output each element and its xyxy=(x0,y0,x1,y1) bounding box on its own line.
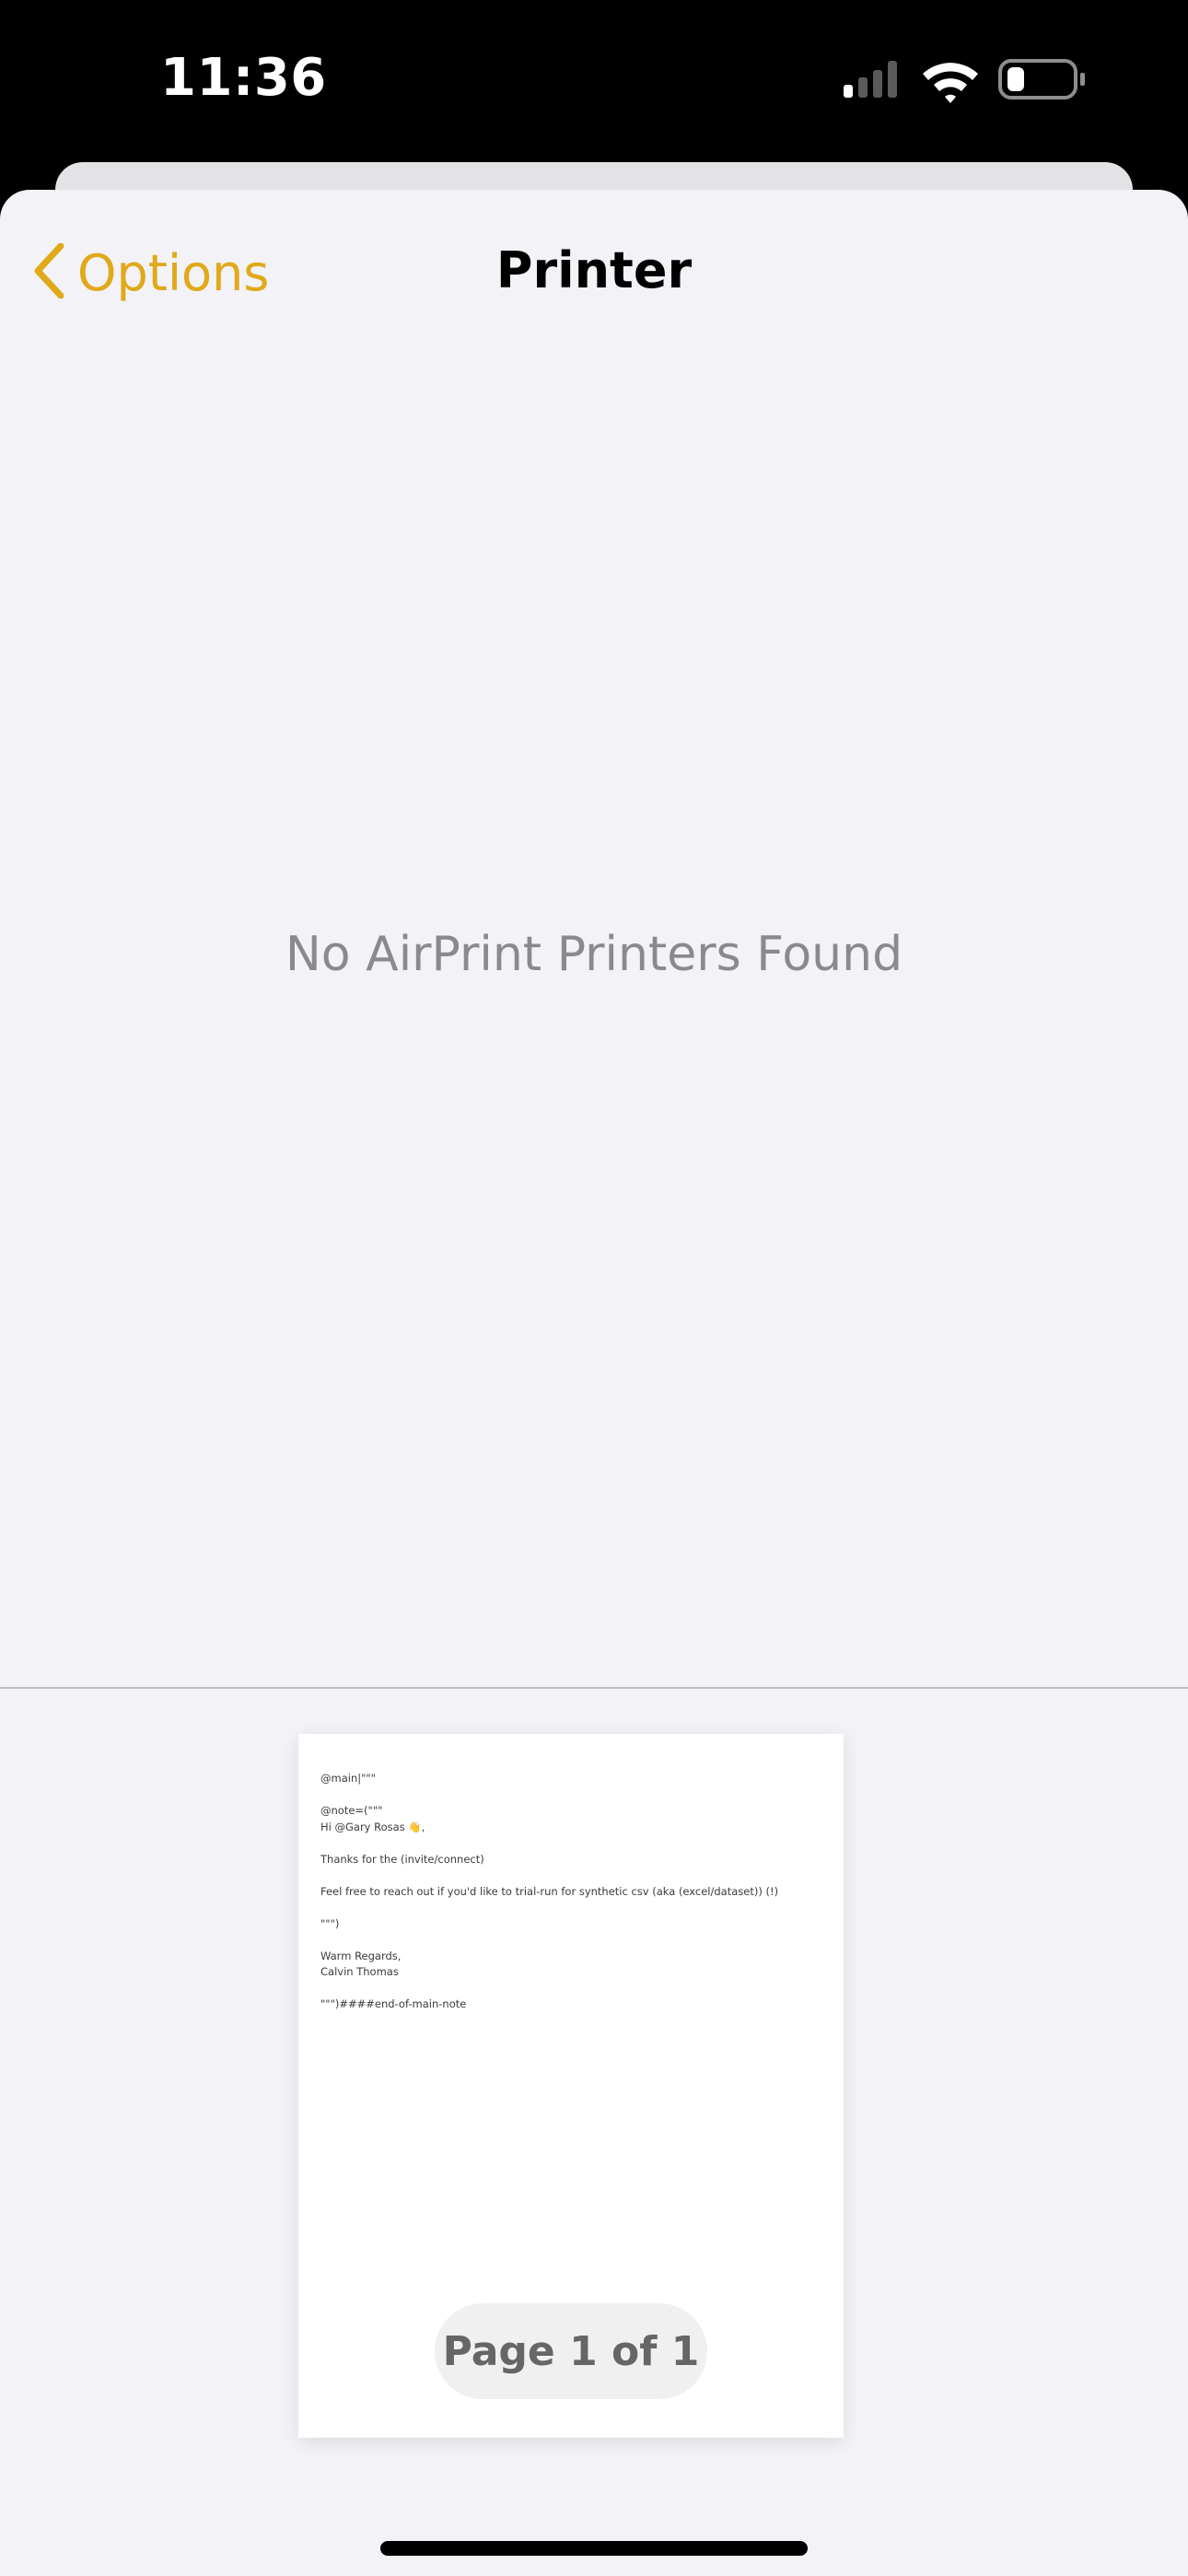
preview-line: """)####end-of-main-note xyxy=(320,1997,467,2010)
preview-line: Feel free to reach out if you'd like to … xyxy=(320,1884,779,1898)
screen: 11:36 Options Printer No AirPrint Printe… xyxy=(0,0,1188,2576)
preview-line: Warm Regards, xyxy=(320,1949,402,1962)
preview-line xyxy=(320,1932,825,1949)
home-indicator[interactable] xyxy=(380,2541,808,2556)
printer-sheet: Options Printer No AirPrint Printers Fou… xyxy=(0,190,1188,2576)
section-divider xyxy=(0,1687,1188,1689)
status-time: 11:36 xyxy=(160,48,327,108)
preview-line xyxy=(320,1835,825,1852)
page-indicator: Page 1 of 1 xyxy=(435,2303,707,2399)
page-title: Printer xyxy=(495,241,693,299)
preview-line: """) xyxy=(320,1916,340,1930)
print-preview-page[interactable]: @main|""" @note=(""" Hi @Gary Rosas 👋, T… xyxy=(298,1734,844,2438)
preview-line: Hi @Gary Rosas 👋, xyxy=(320,1820,425,1833)
print-preview-text: @main|""" @note=(""" Hi @Gary Rosas 👋, T… xyxy=(320,1771,825,2013)
preview-line xyxy=(320,1787,825,1804)
status-icons xyxy=(838,53,1096,109)
battery-icon xyxy=(998,59,1085,100)
preview-line: @main|""" xyxy=(320,1772,376,1785)
preview-line xyxy=(320,1981,825,1997)
preview-line: Thanks for the (invite/connect) xyxy=(320,1852,484,1866)
preview-line: @note=(""" xyxy=(320,1804,383,1817)
no-printers-message: No AirPrint Printers Found xyxy=(285,927,903,982)
preview-line: Calvin Thomas xyxy=(320,1965,399,1978)
preview-line xyxy=(320,1900,825,1916)
cellular-signal-icon xyxy=(844,61,897,98)
wifi-icon xyxy=(923,63,978,103)
preview-line xyxy=(320,1868,825,1884)
